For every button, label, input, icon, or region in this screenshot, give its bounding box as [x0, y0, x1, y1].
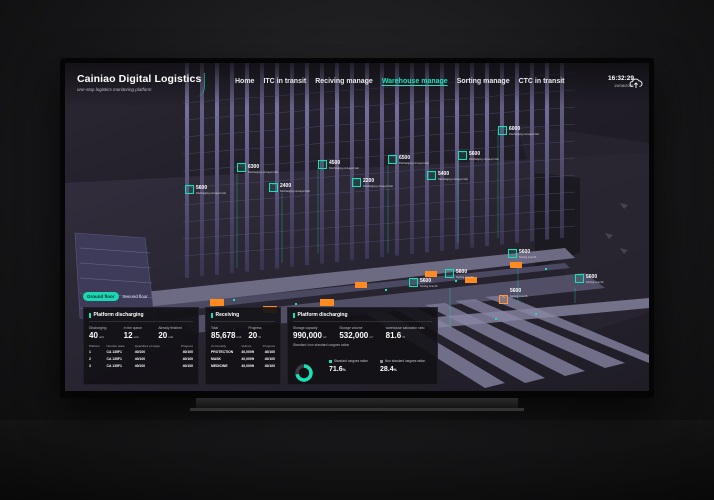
conveyor-up-icon[interactable] — [458, 150, 467, 160]
conveyor-up-icon[interactable] — [318, 159, 327, 169]
table-row[interactable]: MASK 40,000ft 40/100 — [211, 356, 275, 363]
standard-ratio-value: 71.6% — [329, 366, 346, 373]
brand: Cainiao Digital Logistics one-stop logis… — [77, 73, 201, 92]
sorting-line-icon[interactable] — [575, 273, 584, 283]
nav-ctc-in-transit[interactable]: CTC in transit — [519, 78, 565, 85]
map-tag-warning[interactable]: 5600 Sorting Line 05 — [510, 288, 527, 298]
cloud-upload-icon[interactable] — [629, 77, 643, 89]
map-tag[interactable]: 5600 Sorting Line 02 — [456, 269, 473, 279]
divider — [211, 321, 275, 322]
map-tag[interactable]: 6500 Discharging conveyor belt — [399, 155, 429, 165]
conveyor-up-icon[interactable] — [388, 154, 397, 164]
receiving-panel: Receiving Total 85,678unit Progress 20% … — [205, 307, 281, 385]
conveyor-up-icon[interactable] — [427, 170, 436, 180]
map-tag[interactable]: 6000 Discharging conveyor belt — [509, 126, 539, 136]
cargo-ratio-donut — [295, 364, 313, 382]
tv-frame: Cainiao Digital Logistics one-stop logis… — [60, 58, 654, 398]
stat-already-finished: Already finished 20unit — [158, 325, 182, 340]
storage-panel: Platform discharging Storage capacity 99… — [287, 307, 438, 385]
stat-in-queue: In the queue 12unit — [123, 325, 143, 340]
table-row[interactable]: 2 CA 135F1 40/100 40/100 — [89, 356, 193, 363]
dashboard-screen: Cainiao Digital Logistics one-stop logis… — [65, 63, 649, 391]
sorting-line-icon[interactable] — [508, 248, 517, 258]
map-tag[interactable]: 5600 Sorting Line 03 — [420, 278, 437, 288]
ratio-label: Standard /non standard cargoes ration — [293, 342, 350, 347]
nav-reciving-manage[interactable]: Reciving manage — [315, 78, 373, 85]
map-tag[interactable]: 5400 Discharging conveyor belt — [438, 171, 468, 181]
stat-progress: Progress 20% — [248, 325, 262, 340]
conveyor-up-icon[interactable] — [185, 184, 194, 194]
tv-stand-base — [190, 408, 524, 411]
receiving-table: Commodity Volume Progress PROTECTION 40,000… — [211, 343, 275, 370]
map-tag[interactable]: 4500 Discharging conveyor belt — [329, 160, 359, 170]
map-tag[interactable]: 2400 Discharging conveyor belt — [280, 183, 310, 193]
nav-sorting-manage[interactable]: Sorting manage — [457, 78, 510, 85]
ground-floor-button[interactable]: Ground floor — [83, 292, 119, 301]
platform-table: Platform Number plate Quantities of cargo P… — [89, 343, 193, 370]
conveyor-up-icon[interactable] — [237, 162, 246, 172]
stat-storage-volume: Storage volume 532,000m³ — [339, 325, 373, 340]
map-tag[interactable]: 2200 Discharging conveyor belt — [363, 178, 393, 188]
map-tag[interactable]: 5600 Sorting Line 04 — [586, 274, 603, 284]
map-tag[interactable]: 6300 Discharging conveyor belt — [248, 164, 278, 174]
legend-nonstandard: Non standard cargoes ration — [380, 359, 425, 363]
legend-standard: Standard cargoes ration — [329, 359, 368, 363]
sorting-line-icon[interactable] — [445, 268, 454, 278]
clock: 16:32:29 19/08/2021 — [590, 75, 634, 88]
nav-warehouse-manage[interactable]: Warehouse manage — [382, 78, 448, 85]
nonstandard-ratio-value: 28.4% — [380, 366, 397, 373]
conveyor-up-icon[interactable] — [352, 177, 361, 187]
table-row[interactable]: 1 CA 135F1 40/100 40/100 — [89, 349, 193, 356]
second-floor-button[interactable]: Second floor — [119, 292, 152, 301]
stat-storage-capacity: Storage capacity 990,000m³ — [293, 325, 327, 340]
conveyor-up-icon[interactable] — [498, 125, 507, 135]
map-tag[interactable]: 5600 Discharging conveyor belt — [469, 151, 499, 161]
table-row[interactable]: 3 CA 135F1 40/100 40/100 — [89, 363, 193, 370]
sorting-line-icon[interactable] — [409, 277, 418, 287]
main-nav: Home ITC in transit Reciving manage Ware… — [235, 78, 573, 85]
floor-toggle: Ground floor Second floor — [83, 292, 152, 301]
brand-divider — [191, 73, 205, 97]
conveyor-up-icon[interactable] — [269, 182, 278, 192]
floor-reflection — [0, 420, 714, 500]
table-row[interactable]: PROTECTION 40,000ft 40/100 — [211, 349, 275, 356]
panel-title: Platform discharging — [293, 312, 432, 318]
stat-saturation-ratio: warehouse saturation ratio 81.6% — [385, 325, 425, 340]
table-row[interactable]: MEDICINE 40,000ft 40/100 — [211, 363, 275, 370]
brand-subtitle: one-stop logistics monitoring platform — [77, 87, 152, 92]
top-header: Cainiao Digital Logistics one-stop logis… — [65, 63, 649, 107]
map-tag[interactable]: 5600 Sorting Line 01 — [519, 249, 536, 259]
stat-discharging: Discharging 40unit — [89, 325, 107, 340]
brand-title: Cainiao Digital Logistics — [77, 73, 202, 85]
clock-time: 16:32:29 — [607, 75, 634, 82]
divider — [89, 321, 193, 322]
nav-itc-in-transit[interactable]: ITC in transit — [263, 78, 306, 85]
panel-title: Receiving — [211, 312, 275, 318]
nav-home[interactable]: Home — [235, 78, 254, 85]
platform-discharging-panel: Platform discharging Discharging 40unit … — [83, 307, 199, 385]
warning-icon[interactable] — [499, 294, 508, 304]
map-tag[interactable]: 5600 Discharging conveyor belt — [196, 185, 226, 195]
panel-title: Platform discharging — [89, 312, 193, 318]
stat-total: Total 85,678unit — [211, 325, 242, 340]
clock-date: 19/08/2021 — [613, 83, 634, 88]
divider — [293, 321, 432, 322]
